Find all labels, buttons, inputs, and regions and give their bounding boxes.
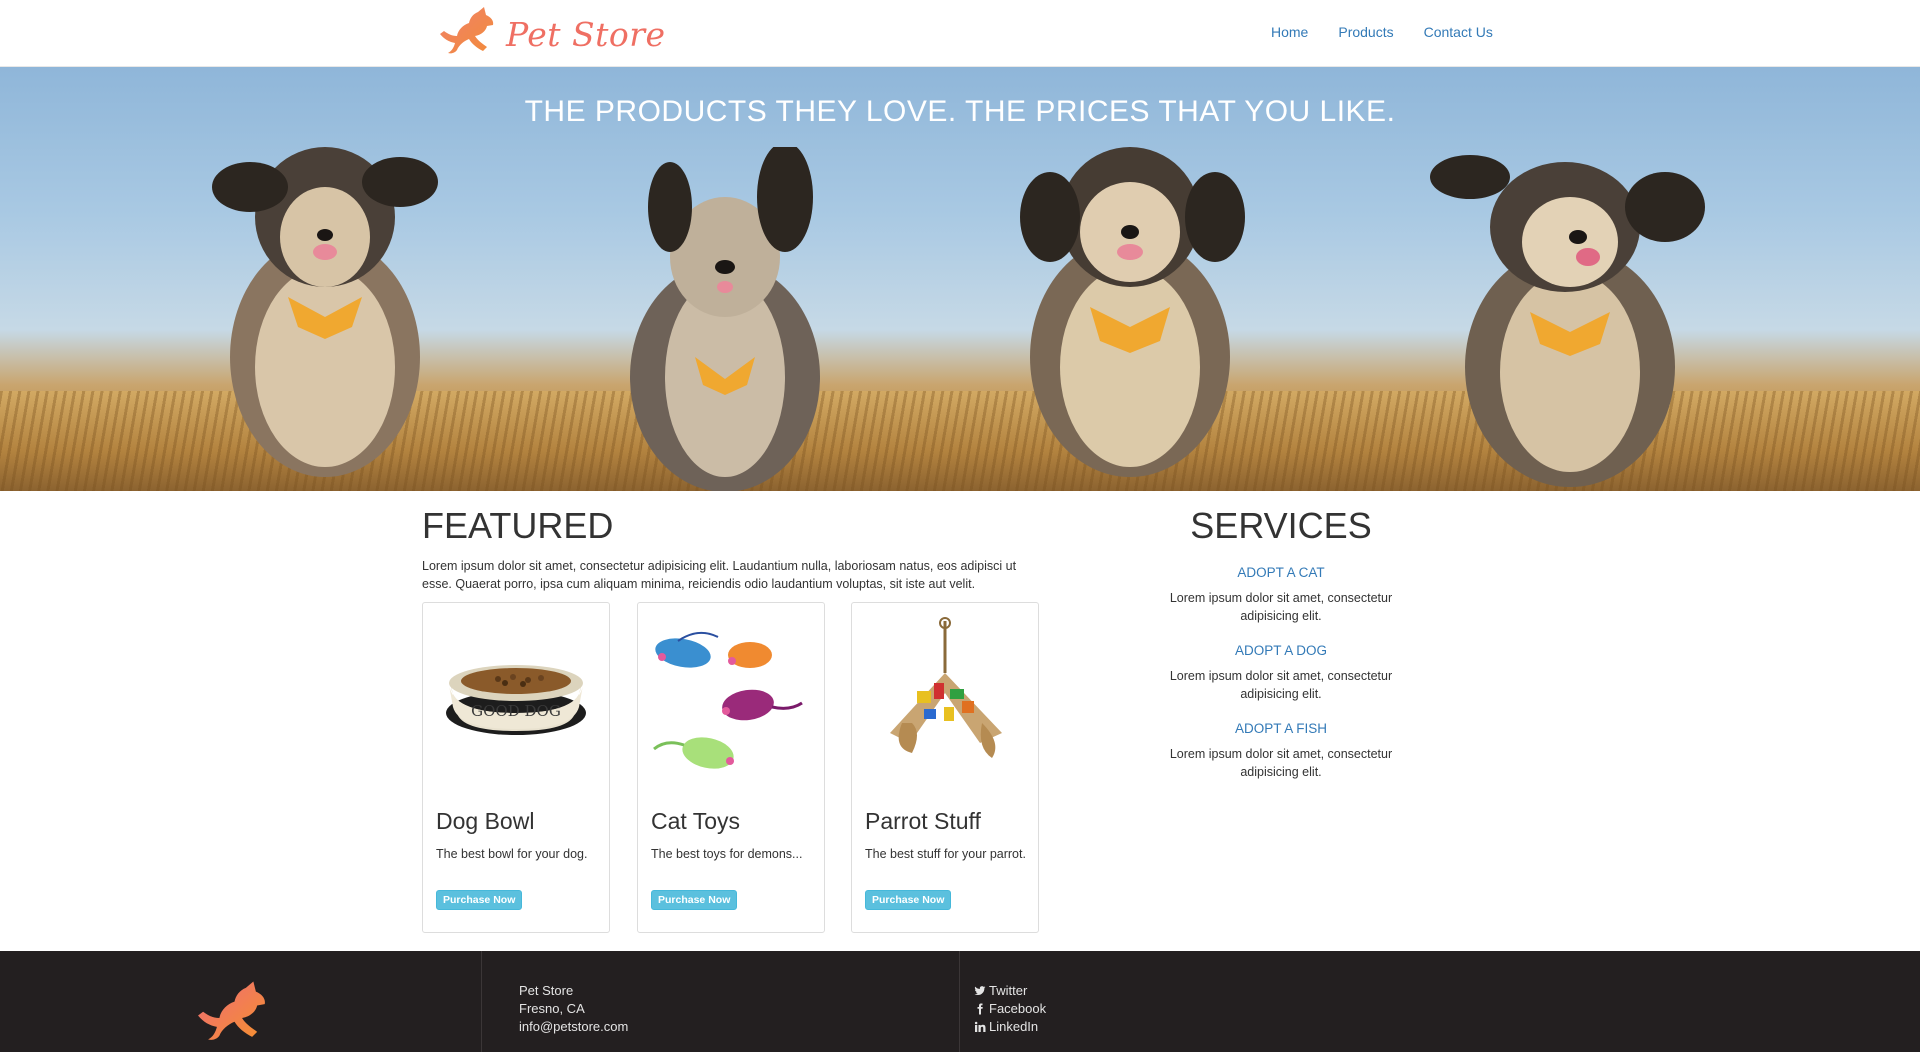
service-description: Lorem ipsum dolor sit amet, consectetur … bbox=[1169, 669, 1393, 701]
services-section: SERVICES ADOPT A CAT Lorem ipsum dolor s… bbox=[1145, 505, 1417, 781]
twitter-icon bbox=[974, 986, 986, 996]
facebook-link[interactable]: Facebook bbox=[974, 1000, 1046, 1018]
purchase-now-button[interactable]: Purchase Now bbox=[436, 890, 523, 910]
dog-1-illustration bbox=[212, 147, 438, 477]
adopt-dog-link[interactable]: ADOPT A DOG bbox=[1145, 643, 1417, 658]
cat-toy-mice-image bbox=[653, 631, 803, 769]
running-dog-logo-icon bbox=[440, 7, 494, 54]
services-heading: SERVICES bbox=[1190, 505, 1372, 546]
running-dog-logo-icon bbox=[198, 981, 265, 1040]
dog-2-illustration bbox=[630, 147, 820, 491]
hero-banner: THE PRODUCTS THEY LOVE. THE PRICES THAT … bbox=[0, 67, 1920, 491]
footer-email[interactable]: info@petstore.com bbox=[519, 1018, 628, 1036]
product-card-dog-bowl: GOOD DOG Dog Bowl The best bowl for your… bbox=[422, 602, 610, 933]
twitter-link[interactable]: Twitter bbox=[974, 982, 1046, 1000]
svg-text:GOOD DOG: GOOD DOG bbox=[471, 702, 561, 720]
navbar: Pet Store Home Products Contact Us bbox=[0, 0, 1920, 67]
purchase-now-button[interactable]: Purchase Now bbox=[865, 890, 952, 910]
product-title: Parrot Stuff bbox=[865, 808, 981, 834]
dog-4-illustration bbox=[1430, 155, 1705, 487]
hero-title: THE PRODUCTS THEY LOVE. THE PRICES THAT … bbox=[524, 95, 1396, 128]
product-card-parrot-stuff: Parrot Stuff The best stuff for your par… bbox=[851, 602, 1039, 933]
product-description: The best toys for demons... bbox=[651, 847, 803, 861]
footer-location: Fresno, CA bbox=[519, 1001, 585, 1016]
product-description: The best stuff for your parrot. bbox=[865, 847, 1026, 861]
facebook-label: Facebook bbox=[989, 1001, 1047, 1016]
product-title: Cat Toys bbox=[651, 808, 741, 834]
linkedin-link[interactable]: LinkedIn bbox=[974, 1018, 1046, 1036]
adopt-fish-link[interactable]: ADOPT A FISH bbox=[1145, 721, 1417, 736]
linkedin-label: LinkedIn bbox=[989, 1019, 1039, 1034]
service-description: Lorem ipsum dolor sit amet, consectetur … bbox=[1169, 747, 1393, 779]
nav-home-link[interactable]: Home bbox=[1271, 24, 1308, 40]
footer-company-name: Pet Store bbox=[519, 983, 574, 998]
product-card-cat-toys: Cat Toys The best toys for demons... Pur… bbox=[637, 602, 825, 933]
brand-link[interactable]: Pet Store bbox=[432, 6, 666, 62]
purchase-now-button[interactable]: Purchase Now bbox=[651, 890, 738, 910]
footer-address: Pet Store Fresno, CA info@petstore.com bbox=[519, 982, 628, 1036]
product-title: Dog Bowl bbox=[436, 808, 535, 834]
footer-social: Twitter Facebook LinkedIn bbox=[974, 982, 1046, 1036]
twitter-label: Twitter bbox=[989, 983, 1028, 998]
featured-description: Lorem ipsum dolor sit amet, consectetur … bbox=[422, 559, 1017, 591]
facebook-icon bbox=[977, 1003, 983, 1015]
brand-name: Pet Store bbox=[506, 14, 666, 54]
nav-links: Home Products Contact Us bbox=[1271, 24, 1523, 40]
footer-divider bbox=[481, 951, 482, 1052]
footer: Pet Store Fresno, CA info@petstore.com T… bbox=[0, 951, 1920, 1052]
featured-heading: FEATURED bbox=[422, 505, 614, 546]
nav-contact-link[interactable]: Contact Us bbox=[1424, 24, 1493, 40]
service-description: Lorem ipsum dolor sit amet, consectetur … bbox=[1169, 591, 1393, 623]
dog-3-illustration bbox=[1020, 147, 1245, 477]
dog-bowl-image: GOOD DOG bbox=[446, 665, 586, 735]
footer-divider bbox=[959, 951, 960, 1052]
adopt-cat-link[interactable]: ADOPT A CAT bbox=[1145, 565, 1417, 580]
linkedin-icon bbox=[974, 1021, 986, 1032]
parrot-toy-image bbox=[890, 617, 1002, 758]
product-description: The best bowl for your dog. bbox=[436, 847, 588, 861]
nav-products-link[interactable]: Products bbox=[1338, 24, 1393, 40]
